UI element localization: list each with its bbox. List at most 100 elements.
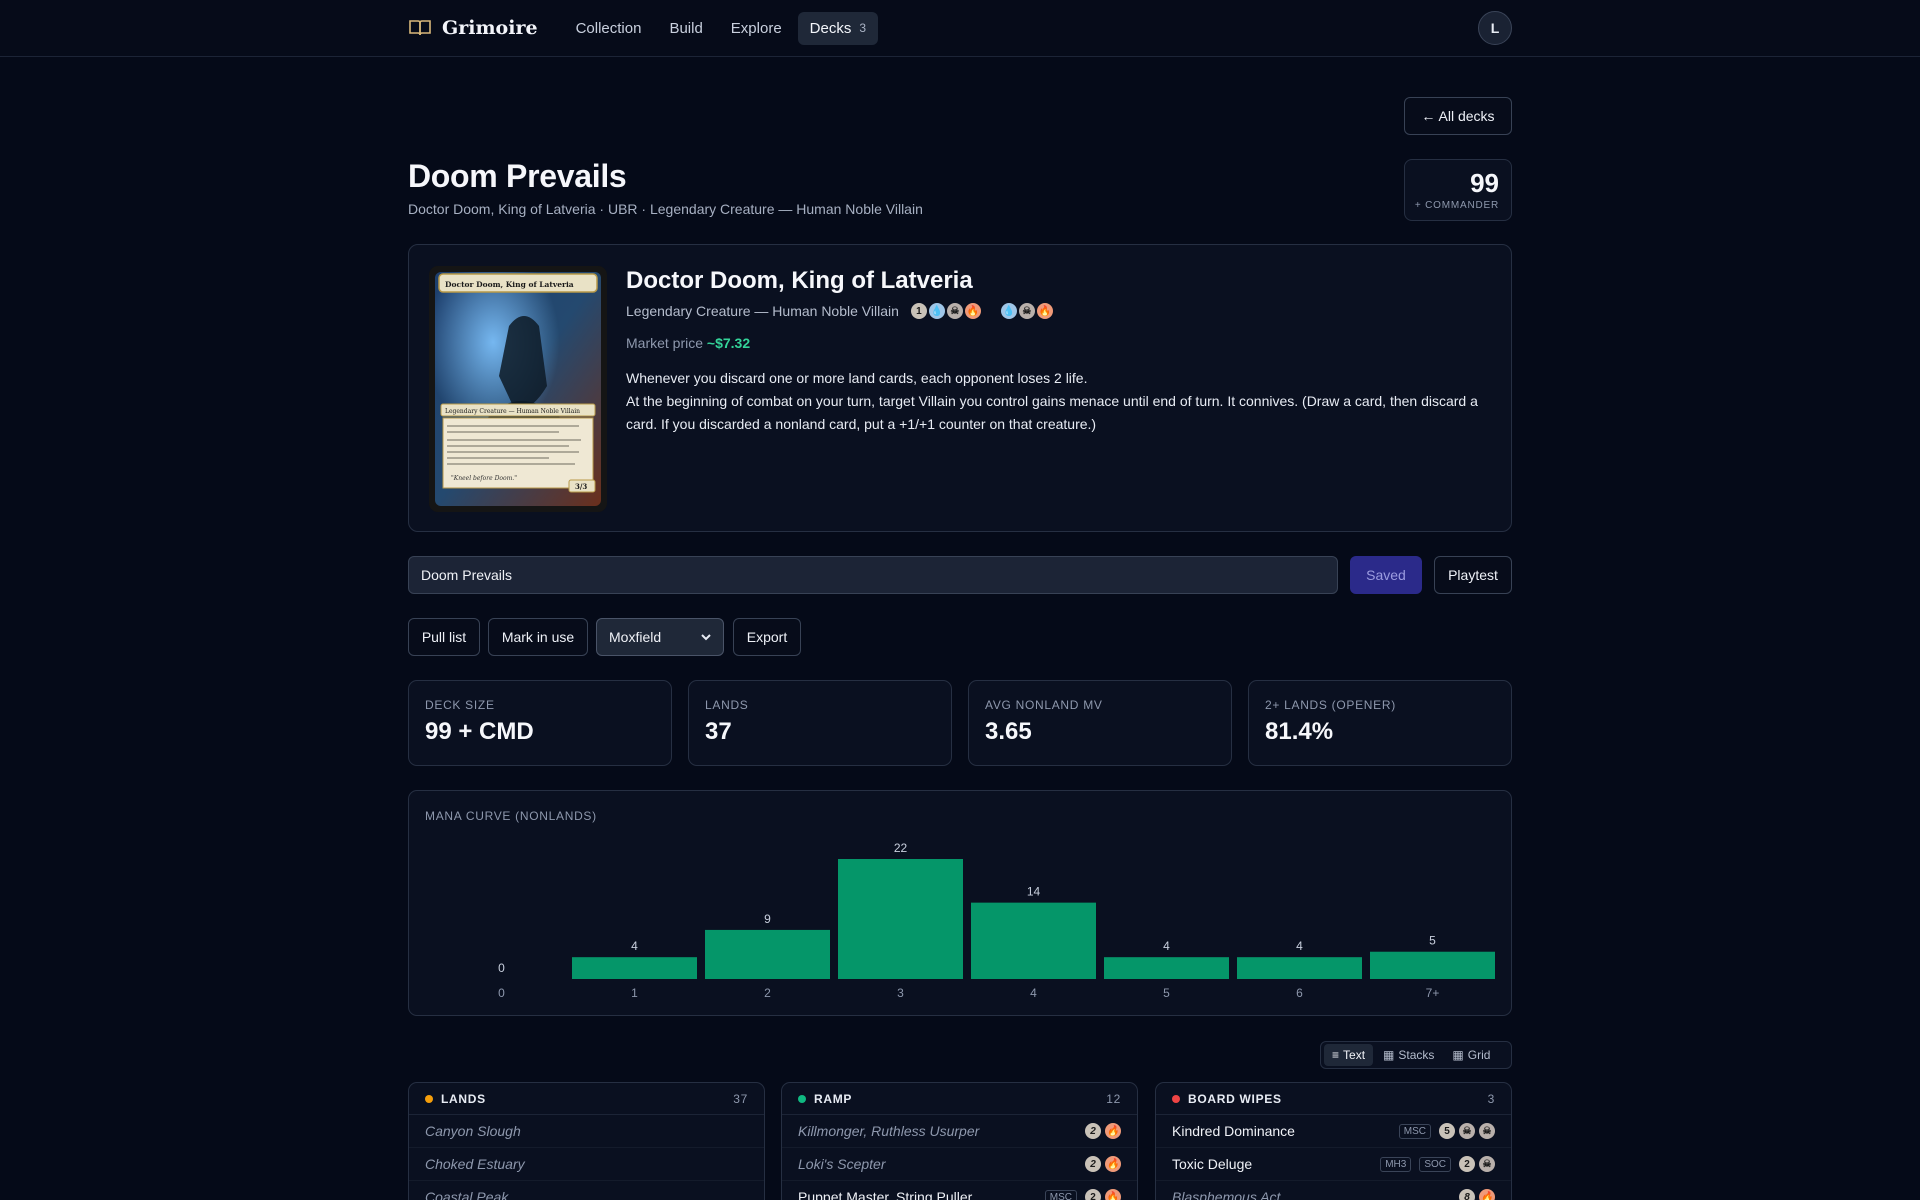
chevron-down-icon	[701, 634, 711, 641]
mana-curve-chart: MANA CURVE (NONLANDS) 0 0 4 1 9 2 22 3 14 4 4 5 4 6 5 7…	[408, 790, 1512, 1016]
page-title: Doom Prevails	[408, 158, 627, 194]
card-row[interactable]: Coastal Peak	[409, 1181, 764, 1200]
stat-label: 2+ LANDS (OPENER)	[1265, 698, 1396, 712]
category-dot-icon	[1172, 1094, 1180, 1103]
view-text-toggle[interactable]: ≡ Text	[1324, 1044, 1374, 1066]
logo-text: Grimoire	[442, 17, 538, 39]
card-row[interactable]: Canyon Slough	[409, 1115, 764, 1148]
art-card-type: Legendary Creature — Human Noble Villain	[445, 408, 580, 415]
card-row[interactable]: Puppet Master, String Puller MSC 2 🔥	[782, 1181, 1137, 1200]
color-identity: 💧 ☠ 🔥	[1000, 303, 1053, 319]
card-row[interactable]: Blasphemous Act 8 🔥	[1156, 1181, 1511, 1200]
stat-value: 81.4%	[1265, 718, 1334, 745]
playtest-button[interactable]: Playtest	[1434, 556, 1512, 594]
red-mana-icon: 🔥	[1105, 1189, 1121, 1200]
card-name: Loki's Scepter	[798, 1156, 886, 1172]
black-mana-icon: ☠	[946, 303, 963, 319]
panel-header[interactable]: RAMP 12	[782, 1083, 1137, 1115]
card-meta: MSC 5 ☠ ☠	[1398, 1123, 1495, 1139]
category-panel-lands: LANDS 37 Canyon Slough Choked Estuary Coasta…	[408, 1082, 765, 1200]
export-button[interactable]: Export	[733, 618, 801, 656]
category-panel-board-wipes: BOARD WIPES 3 Kindred Dominance MSC 5 ☠ ☠ Toxic…	[1155, 1082, 1512, 1200]
view-grid-toggle[interactable]: ▦ Grid	[1444, 1044, 1498, 1066]
view-stacks-toggle[interactable]: ▦ Stacks	[1375, 1044, 1442, 1066]
black-mana-icon: ☠	[1479, 1156, 1495, 1172]
red-mana-icon: 🔥	[1036, 303, 1053, 319]
panel-header[interactable]: BOARD WIPES 3	[1156, 1083, 1511, 1115]
bar-4	[971, 902, 1096, 979]
card-name: Killmonger, Ruthless Usurper	[798, 1123, 980, 1139]
bar-value-label: 4	[1296, 939, 1303, 953]
black-mana-icon: ☠	[1459, 1123, 1475, 1139]
commander-panel: Doctor Doom, King of Latveria Legendary …	[408, 244, 1512, 532]
bar-value-label: 9	[764, 912, 771, 926]
panel-title: BOARD WIPES	[1188, 1091, 1282, 1106]
bar-value-label: 14	[1027, 885, 1041, 899]
nav-decks[interactable]: Decks 3	[797, 11, 879, 45]
black-mana-icon: ☠	[1479, 1123, 1495, 1139]
panel-count: 3	[1487, 1091, 1495, 1106]
card-meta: 8 🔥	[1459, 1189, 1495, 1200]
card-count-box: 99 + COMMANDER	[1404, 159, 1512, 221]
toggle-label: Text	[1343, 1048, 1366, 1062]
bar-value-label: 0	[498, 961, 505, 975]
list-icon: ≡	[1332, 1048, 1340, 1062]
x-tick-label: 4	[1030, 986, 1037, 1000]
panel-header[interactable]: LANDS 37	[409, 1083, 764, 1115]
x-tick-label: 0	[498, 986, 505, 1000]
red-mana-icon: 🔥	[1105, 1156, 1121, 1172]
logo[interactable]: Grimoire	[408, 17, 538, 39]
commander-name: Doctor Doom, King of Latveria	[626, 267, 973, 294]
mark-in-use-button[interactable]: Mark in use	[488, 618, 588, 656]
nav-label: Build	[669, 19, 703, 37]
saved-button[interactable]: Saved	[1350, 556, 1422, 594]
all-decks-button[interactable]: ← All decks	[1404, 97, 1512, 135]
generic-mana-icon: 8	[1459, 1189, 1475, 1200]
bar-value-label: 22	[894, 841, 908, 855]
pull-list-button[interactable]: Pull list	[408, 618, 480, 656]
grid-icon: ▦	[1452, 1048, 1464, 1062]
top-nav: Grimoire Collection Build Explore Decks …	[0, 0, 1920, 57]
bar-7+	[1370, 951, 1495, 979]
card-meta: 2 🔥	[1085, 1123, 1121, 1139]
stat-avg-mv: AVG NONLAND MV 3.65	[968, 680, 1232, 766]
stat-deck-size: DECK SIZE 99 + CMD	[408, 680, 672, 766]
commander-card-image[interactable]: Doctor Doom, King of Latveria Legendary …	[429, 266, 607, 512]
card-row[interactable]: Kindred Dominance MSC 5 ☠ ☠	[1156, 1115, 1511, 1148]
avatar[interactable]: L	[1478, 11, 1512, 45]
view-toggle: ≡ Text ▦ Stacks ▦ Grid	[1320, 1041, 1512, 1069]
nav-explore[interactable]: Explore	[719, 12, 794, 45]
deck-name-input[interactable]: Doom Prevails	[408, 556, 1338, 594]
card-row[interactable]: Loki's Scepter 2 🔥	[782, 1148, 1137, 1181]
export-format-select[interactable]: Moxfield	[596, 618, 724, 656]
set-tag: MSC	[1398, 1123, 1431, 1139]
card-name: Puppet Master, String Puller	[798, 1189, 973, 1200]
set-tag: MSC	[1044, 1189, 1077, 1200]
blue-mana-icon: 💧	[928, 303, 945, 319]
generic-mana-icon: 2	[1459, 1156, 1475, 1172]
card-row[interactable]: Killmonger, Ruthless Usurper 2 🔥	[782, 1115, 1137, 1148]
x-tick-label: 1	[631, 986, 638, 1000]
bar-6	[1237, 957, 1362, 979]
page-subtitle: Doctor Doom, King of Latveria · UBR · Le…	[408, 201, 923, 217]
commander-rules-text: Whenever you discard one or more land ca…	[626, 367, 1486, 436]
card-row[interactable]: Toxic Deluge MH3 SOC 2 ☠	[1156, 1148, 1511, 1181]
stat-label: DECK SIZE	[425, 698, 495, 712]
bar-3	[838, 859, 963, 979]
nav-build[interactable]: Build	[657, 12, 714, 45]
blue-mana-icon: 💧	[1000, 303, 1017, 319]
x-tick-label: 2	[764, 986, 771, 1000]
nav-collection[interactable]: Collection	[564, 12, 654, 45]
stat-label: LANDS	[705, 698, 749, 712]
generic-mana-icon: 2	[1085, 1123, 1101, 1139]
category-dot-icon	[798, 1094, 806, 1103]
card-row[interactable]: Choked Estuary	[409, 1148, 764, 1181]
black-mana-icon: ☠	[1018, 303, 1035, 319]
commander-type: Legendary Creature — Human Noble Villain	[626, 303, 899, 319]
bar-5	[1104, 957, 1229, 979]
bar-1	[572, 957, 697, 979]
nav-label: Explore	[730, 19, 782, 37]
panel-title: RAMP	[814, 1091, 853, 1106]
x-tick-label: 6	[1296, 986, 1303, 1000]
generic-mana-icon: 2	[1085, 1156, 1101, 1172]
